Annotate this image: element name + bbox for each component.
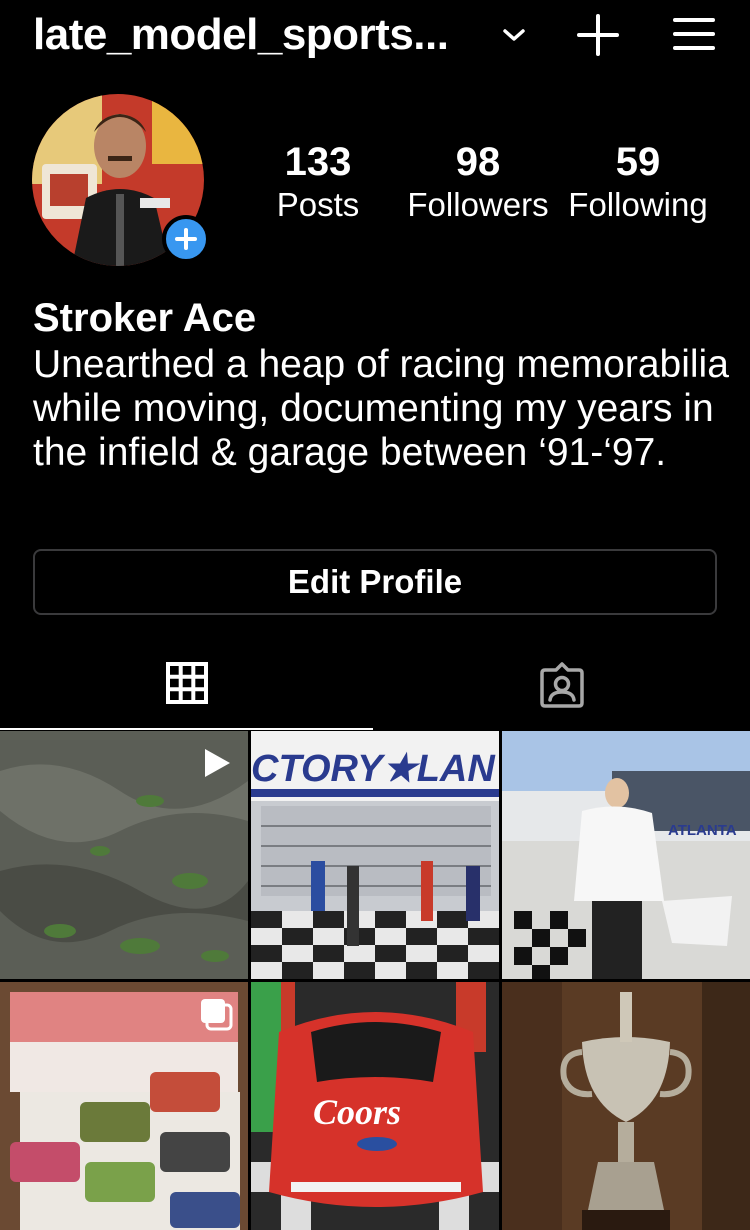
post-thumbnail[interactable]: CTORY★LAN [251,731,499,979]
plus-icon[interactable] [576,13,620,57]
display-name: Stroker Ace [33,296,257,340]
grid-icon [166,662,208,704]
add-story-button[interactable] [162,215,210,263]
tab-tagged[interactable] [375,640,750,728]
posts-stat[interactable]: 133 Posts [238,140,398,226]
posts-label: Posts [276,186,360,223]
followers-stat[interactable]: 98 Followers [398,140,558,226]
post-thumbnail[interactable]: ATLANTA [502,731,750,979]
username-title[interactable]: late_model_sports... [33,10,449,60]
play-icon [205,749,230,777]
top-bar: late_model_sports... [0,0,750,80]
edit-profile-button[interactable]: Edit Profile [33,549,717,615]
post-grid: CTORY★LAN ATLANTA Coors [0,731,750,1230]
post-image: CTORY★LAN [251,731,499,979]
post-image: ATLANTA [502,731,750,979]
profile-bio: Unearthed a heap of racing memorabilia w… [33,343,729,474]
victory-lane-sign: CTORY★LAN [251,748,496,790]
tab-grid[interactable] [0,640,373,730]
following-count: 59 [615,140,661,184]
tagged-person-icon [540,662,584,708]
hamburger-menu-icon[interactable] [672,16,716,52]
posts-count: 133 [284,140,352,184]
carousel-icon [201,999,233,1031]
chevron-down-icon[interactable] [500,24,528,46]
followers-count: 98 [455,140,501,184]
plus-icon [175,228,197,250]
atlanta-sign: ATLANTA [668,822,737,839]
coors-logo-text: Coors [313,1092,401,1132]
post-thumbnail[interactable] [0,731,248,979]
followers-label: Followers [407,186,549,223]
following-label: Following [568,186,708,223]
following-stat[interactable]: 59 Following [558,140,718,226]
